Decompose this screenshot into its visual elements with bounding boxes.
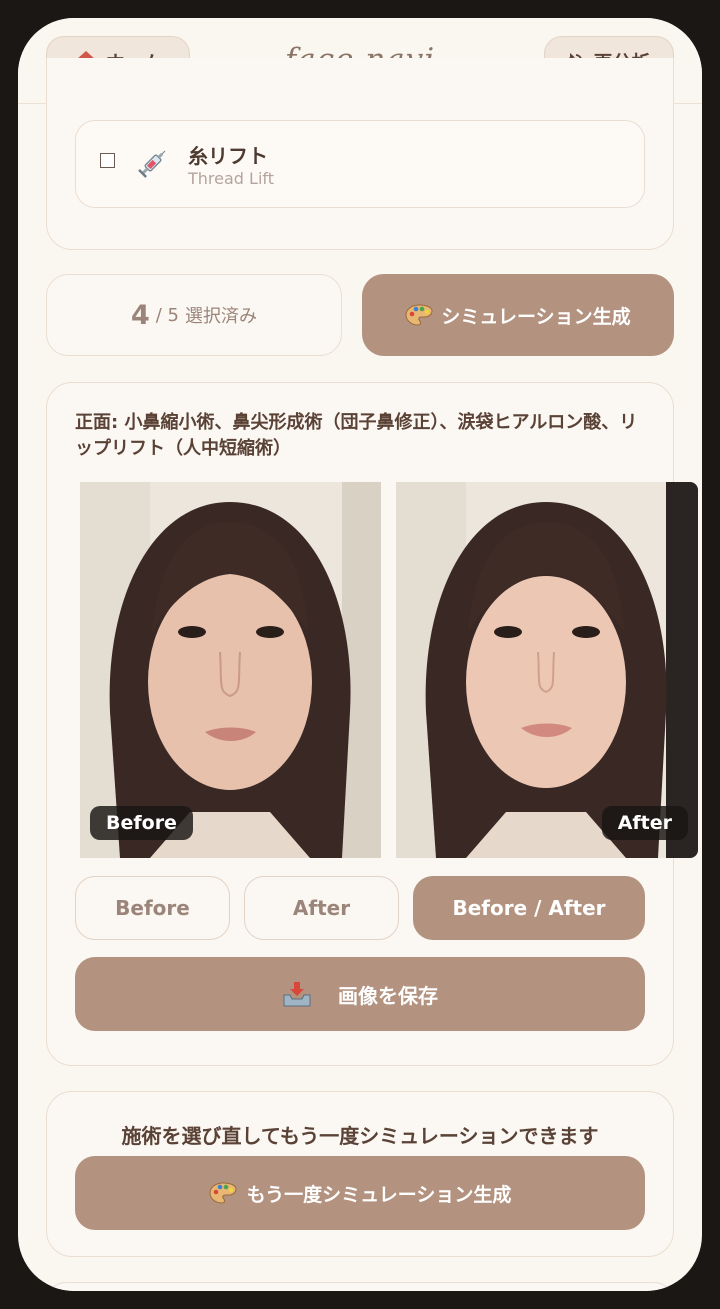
palette-icon: [405, 303, 433, 327]
selected-total: / 5: [155, 304, 180, 326]
after-badge: After: [601, 806, 688, 840]
before-photo: Before: [80, 482, 381, 858]
retry-simulation-button[interactable]: もう一度シミュレーション生成: [75, 1156, 645, 1230]
before-face-image: [80, 482, 381, 858]
view-mode-before[interactable]: Before: [75, 876, 230, 940]
next-card-peek: [46, 1282, 674, 1291]
inbox-tray-icon: [282, 981, 312, 1007]
view-mode-before-after[interactable]: Before / After: [413, 876, 645, 940]
save-image-label: 画像を保存: [338, 983, 438, 1008]
generate-simulation-label: シミュレーション生成: [441, 305, 631, 328]
palette-icon: [209, 1181, 237, 1205]
phone-screen: ホーム face navi 再分析: [18, 18, 702, 1291]
generate-simulation-button[interactable]: シミュレーション生成: [362, 274, 674, 356]
simulation-treatments-label: 正面: 小鼻縮小術、鼻尖形成術（団子鼻修正）、涙袋ヒアルロン酸、リップリフト（人…: [75, 412, 638, 459]
save-image-button[interactable]: 画像を保存: [75, 957, 645, 1031]
selection-counter: 4 / 5 選択済み: [46, 274, 342, 356]
selected-suffix: 選択済み: [185, 306, 258, 327]
retry-text: 施術を選び直してもう一度シミュレーションできます: [121, 1124, 599, 1148]
retry-simulation-label: もう一度シミュレーション生成: [246, 1183, 512, 1206]
view-mode-after[interactable]: After: [244, 876, 399, 940]
before-badge: Before: [90, 806, 193, 840]
treatment-name-en: Thread Lift: [188, 169, 275, 188]
selected-count: 4: [130, 299, 150, 331]
after-photo: After: [396, 482, 698, 858]
syringe-icon: [136, 146, 170, 180]
after-face-image: [396, 482, 698, 858]
treatment-name-ja: 糸リフト: [188, 144, 268, 168]
treatment-checkbox[interactable]: [100, 153, 115, 168]
